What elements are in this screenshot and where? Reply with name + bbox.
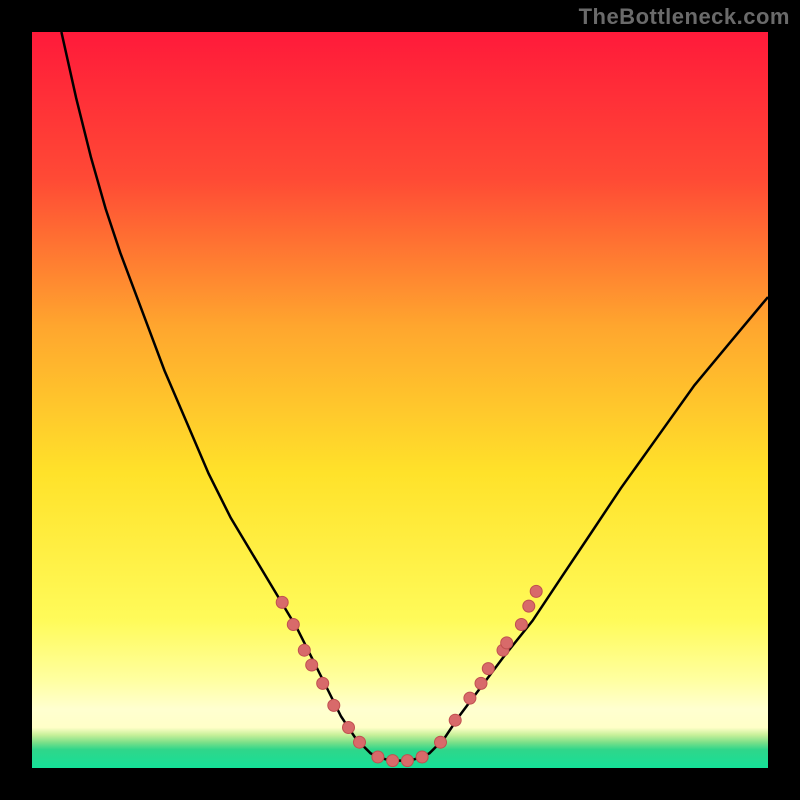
plot-area — [32, 32, 768, 768]
marker-dot — [317, 677, 329, 689]
marker-dot — [449, 714, 461, 726]
marker-dot — [306, 659, 318, 671]
marker-dot — [298, 644, 310, 656]
marker-dot — [387, 755, 399, 767]
marker-dot — [515, 619, 527, 631]
v-curve — [61, 32, 768, 761]
marker-dot — [328, 699, 340, 711]
marker-dot — [523, 600, 535, 612]
marker-dot — [276, 596, 288, 608]
marker-group — [276, 585, 542, 766]
chart-frame: TheBottleneck.com — [0, 0, 800, 800]
marker-dot — [475, 677, 487, 689]
marker-dot — [482, 663, 494, 675]
marker-dot — [435, 736, 447, 748]
marker-dot — [372, 751, 384, 763]
marker-dot — [464, 692, 476, 704]
marker-dot — [416, 751, 428, 763]
marker-dot — [343, 722, 355, 734]
marker-dot — [530, 585, 542, 597]
watermark-text: TheBottleneck.com — [579, 4, 790, 30]
marker-dot — [354, 736, 366, 748]
curve-layer — [32, 32, 768, 768]
marker-dot — [401, 755, 413, 767]
marker-dot — [501, 637, 513, 649]
marker-dot — [287, 619, 299, 631]
